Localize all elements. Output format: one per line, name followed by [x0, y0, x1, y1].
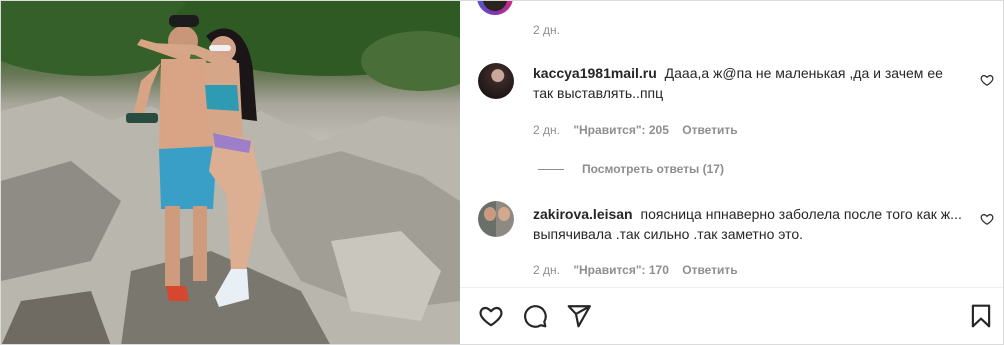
post-frame: 2 дн. kaccya1981mail.ru Дааа,а ж@па не м… — [0, 0, 1004, 345]
comment-username[interactable]: zakirova.leisan — [533, 206, 633, 222]
comment-time: 2 дн. — [533, 123, 560, 137]
comment-likes[interactable]: "Нравится": 205 — [573, 123, 669, 137]
heart-icon[interactable] — [478, 303, 504, 329]
comment-meta: 2 дн. "Нравится": 170 Ответить — [533, 263, 748, 277]
comment-body: kaccya1981mail.ru Дааа,а ж@па не маленьк… — [533, 63, 963, 103]
photo-illustration — [1, 1, 460, 344]
comment-time: 2 дн. — [533, 263, 560, 277]
avatar[interactable] — [478, 201, 514, 237]
view-replies-label: Посмотреть ответы (17) — [582, 162, 724, 176]
share-icon[interactable] — [566, 303, 592, 329]
post-photo[interactable] — [1, 1, 460, 344]
comment-username[interactable]: kaccya1981mail.ru — [533, 65, 657, 81]
comment-body: zakirova.leisan поясница нпнаверно забол… — [533, 204, 963, 244]
comment-like-icon[interactable] — [980, 73, 994, 87]
comment-icon[interactable] — [522, 303, 548, 329]
avatar[interactable] — [478, 63, 514, 99]
bookmark-icon[interactable] — [968, 303, 994, 329]
comment-meta: 2 дн. "Нравится": 205 Ответить — [533, 123, 748, 137]
post-timestamp: 2 дн. — [533, 23, 560, 37]
comment-likes[interactable]: "Нравится": 170 — [573, 263, 669, 277]
replies-divider — [538, 168, 564, 170]
reply-button[interactable]: Ответить — [682, 263, 737, 277]
view-replies-button[interactable]: Посмотреть ответы (17) — [538, 162, 724, 176]
comment-like-icon[interactable] — [980, 212, 994, 226]
reply-button[interactable]: Ответить — [682, 123, 737, 137]
